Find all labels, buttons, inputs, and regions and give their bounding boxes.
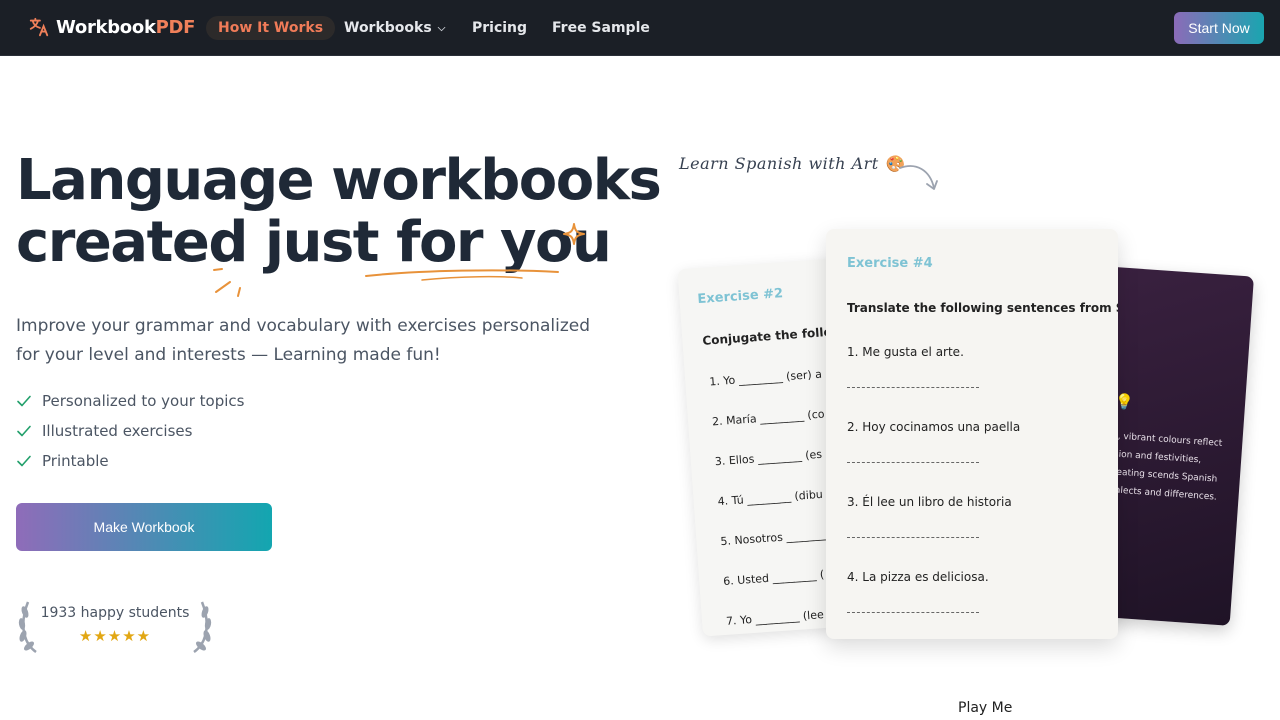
emphasis-marks: [213, 268, 241, 297]
exercise-item: 3. Él lee un libro de historia: [847, 495, 1012, 509]
underline-scribble: [365, 269, 559, 281]
answer-line: [847, 387, 979, 388]
translate-icon: [29, 17, 49, 37]
nav-workbooks[interactable]: Workbooks ⌵: [344, 16, 445, 40]
answer-line: [847, 462, 979, 463]
exercise-item: 2. Hoy cocinamos una paella: [847, 420, 1021, 434]
play-me-link[interactable]: Play Me: [958, 700, 1012, 716]
headline-line-1: Language workbooks: [16, 148, 662, 213]
answer-line: [847, 537, 979, 538]
laurel-right-icon: [193, 601, 212, 654]
social-proof: 1933 happy students ★★★★★: [16, 598, 216, 656]
nav-pricing[interactable]: Pricing: [472, 16, 527, 40]
check-icon: [17, 425, 31, 437]
exercise-prompt: Translate the following sentences from S…: [847, 301, 1118, 315]
exercise-item: 7. Yo ________ (lee: [725, 608, 825, 628]
hero-subtitle: Improve your grammar and vocabulary with…: [16, 316, 591, 365]
check-icon: [17, 395, 31, 407]
exercise-item: 6. Usted ________ (: [722, 567, 825, 588]
exercise-title: Exercise #4: [847, 256, 933, 271]
curved-arrow-icon: [899, 165, 938, 190]
hero-headline: Language workbooks created just for you: [16, 148, 662, 274]
brand-name: WorkbookPDF: [56, 16, 196, 38]
art-card-text: rt, vibrant colours reflect ssion and fe…: [1106, 431, 1223, 503]
chevron-down-icon: ⌵: [437, 23, 446, 34]
feature-item: Personalized to your topics: [16, 386, 244, 416]
sparkle-icon: [563, 223, 585, 245]
start-now-button[interactable]: Start Now: [1174, 12, 1264, 44]
feature-item: Illustrated exercises: [16, 416, 244, 446]
top-nav: WorkbookPDF How It Works Workbooks ⌵ Pric…: [0, 0, 1280, 56]
exercise-item: 1. Yo ________ (ser) a: [708, 367, 823, 389]
feature-item: Printable: [16, 446, 244, 476]
exercise-item: 4. Tú ________ (dibu: [717, 487, 824, 509]
feature-list: Personalized to your topics Illustrated …: [16, 386, 244, 476]
exercise-title: Exercise #2: [697, 286, 784, 308]
nav-free-sample[interactable]: Free Sample: [552, 16, 650, 40]
exercise-item: 5. Nosotros ________: [720, 527, 831, 549]
answer-line: [847, 612, 979, 613]
rating-stars: ★★★★★: [78, 627, 152, 645]
exercise-item: 2. María ________ (co: [711, 407, 825, 429]
exercise-item: 3. Ellos ________ (es: [714, 447, 823, 469]
nav-how-it-works[interactable]: How It Works: [206, 16, 336, 40]
exercise-item: 1. Me gusta el arte.: [847, 345, 964, 359]
handwritten-note: Learn Spanish with Art 🎨: [679, 154, 905, 173]
brand-logo[interactable]: WorkbookPDF: [28, 16, 195, 38]
exercise-4-card[interactable]: Exercise #4 Translate the following sent…: [826, 229, 1118, 639]
check-icon: [17, 455, 31, 467]
happy-students-count: 1933 happy students: [40, 605, 190, 621]
exercise-item: 4. La pizza es deliciosa.: [847, 570, 989, 584]
make-workbook-button[interactable]: Make Workbook: [16, 503, 272, 551]
